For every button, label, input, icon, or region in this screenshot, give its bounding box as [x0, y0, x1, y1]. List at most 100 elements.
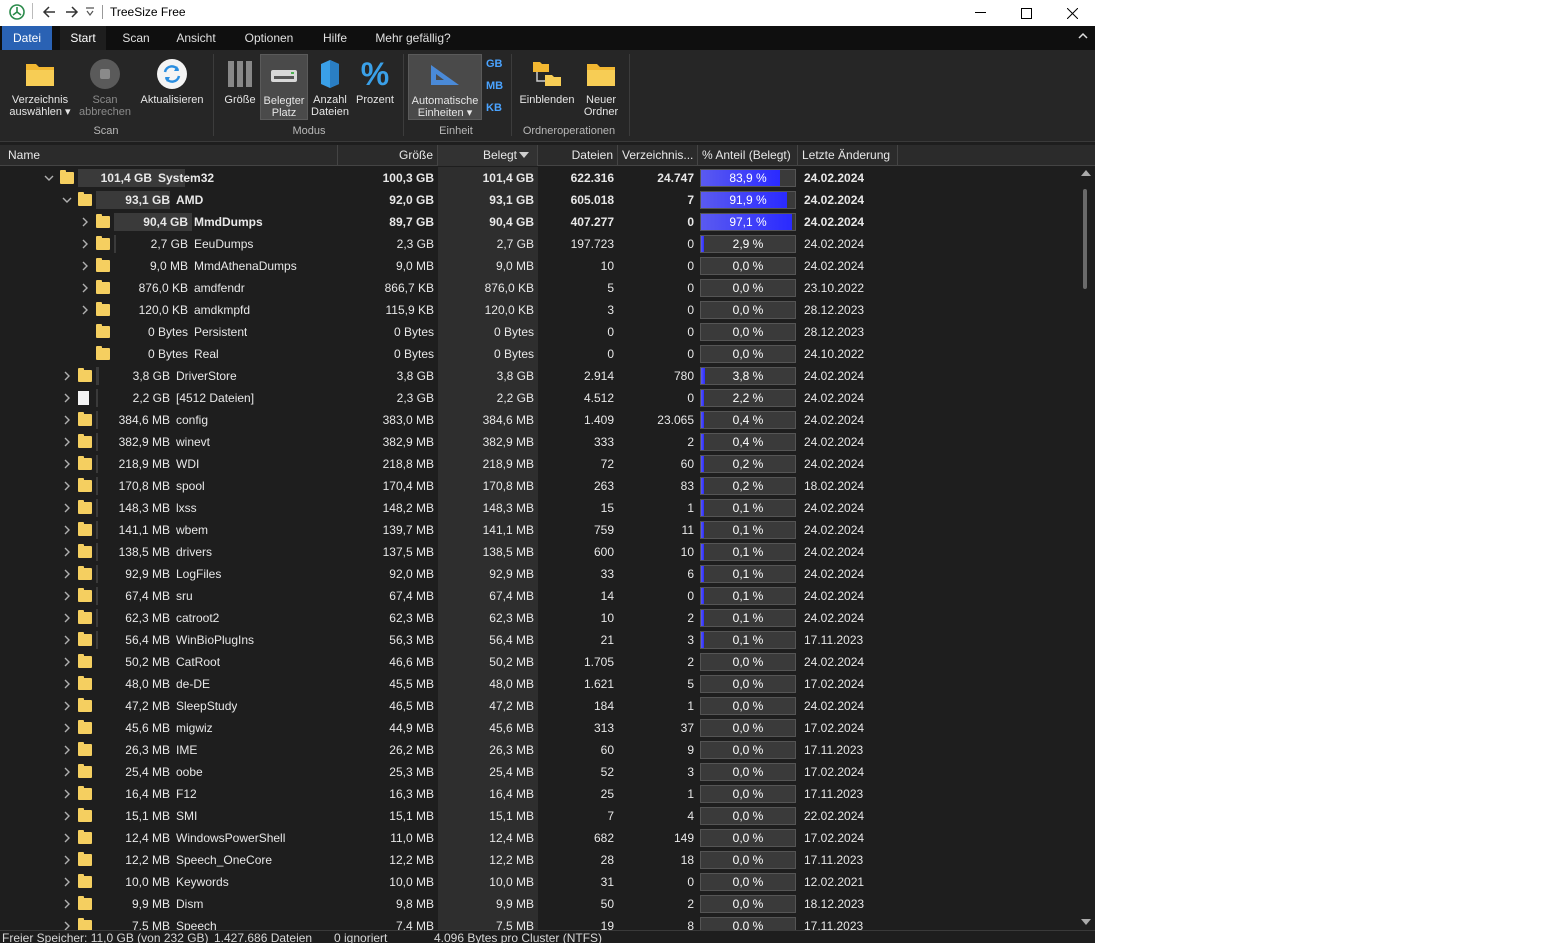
row-name[interactable]: LogFiles: [176, 563, 221, 585]
collapsed-chevron-icon[interactable]: [80, 255, 90, 277]
tree-row[interactable]: 16,4 MB F12 16,3 MB 16,4 MB 25 1 0,0 % 17.11.20…: [0, 783, 1077, 805]
row-name[interactable]: lxss: [176, 497, 197, 519]
collapsed-chevron-icon[interactable]: [62, 387, 72, 409]
row-name[interactable]: EeuDumps: [194, 233, 253, 255]
row-name[interactable]: WindowsPowerShell: [176, 827, 285, 849]
mode-file-count-button[interactable]: Anzahl Dateien: [308, 54, 352, 118]
tree-row[interactable]: 92,9 MB LogFiles 92,0 MB 92,9 MB 33 6 0,1 % 24.…: [0, 563, 1077, 585]
tab-datei[interactable]: Datei: [2, 26, 52, 50]
collapsed-chevron-icon[interactable]: [80, 211, 90, 233]
collapsed-chevron-icon[interactable]: [62, 871, 72, 893]
tree-row[interactable]: 15,1 MB SMI 15,1 MB 15,1 MB 7 4 0,0 % 22.02.202…: [0, 805, 1077, 827]
column-size[interactable]: Größe: [338, 145, 438, 166]
row-name[interactable]: Dism: [176, 893, 203, 915]
tab-ansicht[interactable]: Ansicht: [168, 26, 224, 50]
row-name[interactable]: winevt: [176, 431, 210, 453]
expanded-chevron-icon[interactable]: [62, 189, 72, 211]
tree-row[interactable]: 218,9 MB WDI 218,8 MB 218,9 MB 72 60 0,2 % 24.0…: [0, 453, 1077, 475]
row-name[interactable]: CatRoot: [176, 651, 220, 673]
row-name[interactable]: DriverStore: [176, 365, 237, 387]
tree-row[interactable]: 9,0 MB MmdAthenaDumps 9,0 MB 9,0 MB 10 0 0,0 %…: [0, 255, 1077, 277]
tree-row[interactable]: 141,1 MB wbem 139,7 MB 141,1 MB 759 11 0,1 % 24…: [0, 519, 1077, 541]
tree-row[interactable]: 47,2 MB SleepStudy 46,5 MB 47,2 MB 184 1 0,0 %…: [0, 695, 1077, 717]
row-name[interactable]: migwiz: [176, 717, 213, 739]
column-dirs[interactable]: Verzeichnis...: [618, 145, 698, 166]
row-name[interactable]: spool: [176, 475, 205, 497]
tab-scan[interactable]: Scan: [114, 26, 158, 50]
abort-scan-button[interactable]: Scan abbrechen: [76, 54, 134, 118]
collapse-ribbon-icon[interactable]: [1077, 30, 1089, 45]
quick-access-dropdown-icon[interactable]: [85, 6, 95, 21]
column-percent[interactable]: % Anteil (Belegt): [698, 145, 798, 166]
tree-row[interactable]: 384,6 MB config 383,0 MB 384,6 MB 1.409 23.06…: [0, 409, 1077, 431]
collapsed-chevron-icon[interactable]: [62, 519, 72, 541]
row-name[interactable]: MmdDumps: [194, 211, 263, 233]
mode-used-space-button[interactable]: Belegter Platz: [260, 54, 308, 120]
tree-row[interactable]: 62,3 MB catroot2 62,3 MB 62,3 MB 10 2 0,1 % 24.…: [0, 607, 1077, 629]
row-name[interactable]: AMD: [176, 189, 203, 211]
tab-mehr-gefaellig[interactable]: Mehr gefällig?: [368, 26, 458, 50]
collapsed-chevron-icon[interactable]: [80, 299, 90, 321]
collapsed-chevron-icon[interactable]: [62, 717, 72, 739]
minimize-button[interactable]: [957, 0, 1003, 26]
back-icon[interactable]: [42, 3, 58, 24]
row-name[interactable]: oobe: [176, 761, 203, 783]
tab-optionen[interactable]: Optionen: [236, 26, 302, 50]
collapsed-chevron-icon[interactable]: [62, 409, 72, 431]
column-modified[interactable]: Letzte Änderung: [798, 145, 898, 166]
tab-start[interactable]: Start: [60, 26, 106, 50]
collapsed-chevron-icon[interactable]: [62, 739, 72, 761]
collapsed-chevron-icon[interactable]: [62, 475, 72, 497]
select-directory-button[interactable]: Verzeichnis auswählen ▾: [4, 54, 76, 118]
tree-row[interactable]: 2,7 GB EeuDumps 2,3 GB 2,7 GB 197.723 0 2,9 % 2…: [0, 233, 1077, 255]
unit-kb-button[interactable]: KB: [486, 102, 502, 114]
tree-row[interactable]: 7,5 MB Speech 7,4 MB 7,5 MB 19 8 0,0 % 17.11.20…: [0, 915, 1077, 930]
automatic-units-button[interactable]: Automatische Einheiten ▾: [408, 54, 482, 120]
tree-row[interactable]: 12,2 MB Speech_OneCore 12,2 MB 12,2 MB 28 18 0…: [0, 849, 1077, 871]
collapsed-chevron-icon[interactable]: [62, 453, 72, 475]
tree-row[interactable]: 93,1 GB AMD 92,0 GB 93,1 GB 605.018 7 91,9 % 24…: [0, 189, 1077, 211]
collapsed-chevron-icon[interactable]: [62, 585, 72, 607]
row-name[interactable]: de-DE: [176, 673, 210, 695]
vertical-scrollbar[interactable]: [1077, 167, 1095, 930]
collapsed-chevron-icon[interactable]: [62, 915, 72, 930]
collapsed-chevron-icon[interactable]: [62, 893, 72, 915]
row-name[interactable]: drivers: [176, 541, 212, 563]
tree-row[interactable]: 67,4 MB sru 67,4 MB 67,4 MB 14 0 0,1 % 24.02.20…: [0, 585, 1077, 607]
maximize-button[interactable]: [1003, 0, 1049, 26]
tree-row[interactable]: 90,4 GB MmdDumps 89,7 GB 90,4 GB 407.277 0 97,…: [0, 211, 1077, 233]
tree-row[interactable]: 25,4 MB oobe 25,3 MB 25,4 MB 52 3 0,0 % 17.02.2…: [0, 761, 1077, 783]
column-used[interactable]: Belegt: [438, 145, 538, 166]
column-name[interactable]: Name: [4, 145, 338, 166]
close-button[interactable]: [1049, 0, 1095, 26]
row-name[interactable]: Real: [194, 343, 219, 365]
row-name[interactable]: SleepStudy: [176, 695, 237, 717]
collapsed-chevron-icon[interactable]: [62, 541, 72, 563]
tree-row[interactable]: 3,8 GB DriverStore 3,8 GB 3,8 GB 2.914 780 3,8…: [0, 365, 1077, 387]
row-name[interactable]: [4512 Dateien]: [176, 387, 254, 409]
row-name[interactable]: WDI: [176, 453, 199, 475]
tree-row[interactable]: 12,4 MB WindowsPowerShell 11,0 MB 12,4 MB 68…: [0, 827, 1077, 849]
collapsed-chevron-icon[interactable]: [62, 849, 72, 871]
tree-row[interactable]: 120,0 KB amdkmpfd 115,9 KB 120,0 KB 3 0 0,0 % 2…: [0, 299, 1077, 321]
collapsed-chevron-icon[interactable]: [62, 827, 72, 849]
row-name[interactable]: Speech: [176, 915, 217, 930]
tree-row[interactable]: 0 Bytes Persistent 0 Bytes 0 Bytes 0 0 0,0 % 28…: [0, 321, 1077, 343]
collapsed-chevron-icon[interactable]: [62, 761, 72, 783]
collapsed-chevron-icon[interactable]: [62, 607, 72, 629]
unit-mb-button[interactable]: MB: [486, 80, 503, 92]
treesize-app-icon[interactable]: [8, 3, 26, 24]
unit-gb-button[interactable]: GB: [486, 58, 503, 70]
row-name[interactable]: amdkmpfd: [194, 299, 250, 321]
row-name[interactable]: config: [176, 409, 208, 431]
tree-row[interactable]: 876,0 KB amdfendr 866,7 KB 876,0 KB 5 0 0,0 % 2…: [0, 277, 1077, 299]
mode-size-button[interactable]: Größe: [220, 54, 260, 106]
tree-row[interactable]: 148,3 MB lxss 148,2 MB 148,3 MB 15 1 0,1 % 24.0…: [0, 497, 1077, 519]
refresh-button[interactable]: Aktualisieren: [136, 54, 208, 106]
row-name[interactable]: WinBioPlugIns: [176, 629, 254, 651]
collapsed-chevron-icon[interactable]: [62, 695, 72, 717]
expanded-chevron-icon[interactable]: [44, 167, 54, 189]
row-name[interactable]: Keywords: [176, 871, 229, 893]
tree-row[interactable]: 9,9 MB Dism 9,8 MB 9,9 MB 50 2 0,0 % 18.12.2023: [0, 893, 1077, 915]
tab-hilfe[interactable]: Hilfe: [314, 26, 356, 50]
